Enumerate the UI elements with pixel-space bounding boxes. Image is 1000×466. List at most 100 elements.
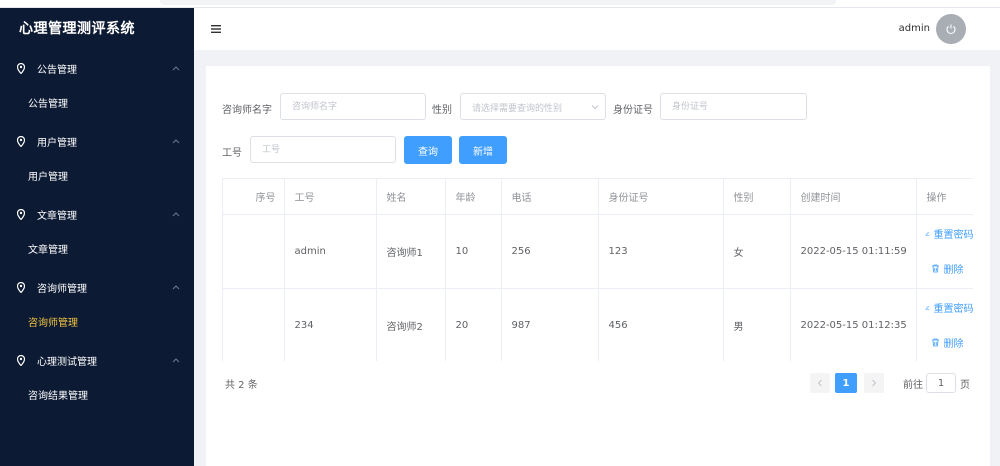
idcard-label: 身份证号 [613, 105, 653, 116]
delete-label: 删除 [943, 265, 964, 276]
cell-phone: 256 [501, 214, 599, 289]
menu-head-label: 咨询师管理 [37, 283, 87, 295]
prev-page-button[interactable] [810, 373, 830, 393]
query-button[interactable]: 查询 [404, 136, 452, 164]
location-pin-icon [17, 354, 25, 366]
chevron-up-icon [172, 212, 180, 217]
chevron-down-icon [591, 105, 599, 110]
row-actions: 重置密码 删除 [925, 300, 974, 350]
edit-icon [925, 305, 929, 310]
col-header-gender: 性别 [723, 179, 791, 215]
menu-group-article: 文章管理 文章管理 [0, 196, 194, 269]
col-header-jobno: 工号 [284, 179, 377, 215]
reset-password-label: 重置密码 [933, 304, 974, 315]
menu-group-psych-test: 心理测试管理 咨询结果管理 [0, 342, 194, 415]
username-label: admin [898, 23, 930, 34]
menu-group-counselor: 咨询师管理 咨询师管理 [0, 269, 194, 342]
cell-name: 咨询师1 [376, 214, 446, 289]
next-page-button[interactable] [864, 373, 884, 393]
hamburger-menu-icon[interactable] [210, 23, 222, 35]
cell-age: 20 [445, 288, 502, 361]
counselor-name-input[interactable] [280, 93, 426, 120]
sidebar-item-article[interactable]: 文章管理 [0, 232, 194, 269]
idcard-input[interactable] [660, 93, 807, 120]
menu-head-counselor[interactable]: 咨询师管理 [0, 269, 194, 305]
goto-page-input[interactable] [926, 373, 956, 393]
location-pin-icon [17, 281, 25, 293]
location-pin-icon [17, 135, 25, 147]
trash-icon [931, 338, 939, 347]
menu-head-user[interactable]: 用户管理 [0, 123, 194, 159]
total-count: 共 2 条 [225, 380, 258, 391]
delete-link[interactable]: 删除 [925, 335, 974, 350]
menu-head-article[interactable]: 文章管理 [0, 196, 194, 232]
cell-jobno: 234 [284, 288, 377, 361]
chevron-up-icon [172, 66, 180, 71]
chevron-up-icon [172, 285, 180, 290]
cell-idcard: 456 [598, 288, 724, 361]
menu-head-announcement[interactable]: 公告管理 [0, 50, 194, 86]
location-pin-icon [17, 208, 25, 220]
col-header-age: 年龄 [445, 179, 502, 215]
menu-head-label: 用户管理 [37, 137, 77, 149]
counselor-name-label: 咨询师名字 [222, 105, 272, 116]
cell-actions: 重置密码 删除 [916, 288, 973, 361]
sidebar: 心理管理测评系统 公告管理 公告管理 用户管理 用户管理 文章管理 文章管理 咨… [0, 8, 194, 466]
cell-actions: 重置密码 删除 [916, 214, 974, 289]
col-header-idcard: 身份证号 [598, 179, 724, 215]
menu-head-label: 公告管理 [37, 64, 77, 76]
cell-idcard: 123 [598, 214, 724, 289]
add-button[interactable]: 新增 [459, 136, 507, 164]
gender-select[interactable]: 请选择需要查询的性别 [460, 93, 606, 120]
col-header-created: 创建时间 [790, 179, 917, 215]
chevron-up-icon [172, 358, 180, 363]
delete-link[interactable]: 删除 [925, 261, 974, 276]
cell-created: 2022-05-15 01:11:59 [790, 214, 917, 289]
counselor-table-wrapper: 序号 工号 姓名 年龄 电话 身份证号 性别 创建时间 操作 admin 咨询师… [222, 178, 973, 361]
reset-password-link[interactable]: 重置密码 [925, 226, 974, 241]
location-pin-icon [17, 62, 25, 74]
gender-select-placeholder: 请选择需要查询的性别 [472, 104, 563, 114]
page-number-current[interactable]: 1 [835, 373, 857, 393]
table-header-row: 序号 工号 姓名 年龄 电话 身份证号 性别 创建时间 操作 [223, 179, 973, 215]
power-icon [946, 24, 956, 35]
browser-top-strip [0, 0, 1000, 8]
address-bar-edge [160, 0, 836, 5]
table-row: 234 咨询师2 20 987 456 男 2022-05-15 01:12:3… [223, 288, 973, 361]
sidebar-item-counselor[interactable]: 咨询师管理 [0, 305, 194, 342]
menu-head-label: 心理测试管理 [37, 356, 97, 368]
trash-icon [931, 264, 939, 273]
col-header-phone: 电话 [501, 179, 599, 215]
avatar[interactable] [936, 14, 966, 44]
app-title: 心理管理测评系统 [19, 21, 135, 37]
table-row: admin 咨询师1 10 256 123 女 2022-05-15 01:11… [223, 214, 974, 289]
col-header-actions: 操作 [916, 179, 973, 215]
cell-seq [223, 288, 285, 361]
row-actions: 重置密码 删除 [925, 226, 974, 276]
cell-jobno: admin [284, 214, 377, 289]
gender-label: 性别 [432, 105, 452, 116]
sidebar-item-announcement[interactable]: 公告管理 [0, 86, 194, 123]
menu-group-user: 用户管理 用户管理 [0, 123, 194, 196]
chevron-right-icon [872, 379, 877, 387]
cell-age: 10 [445, 214, 502, 289]
cell-gender: 女 [723, 214, 791, 289]
menu-head-psych-test[interactable]: 心理测试管理 [0, 342, 194, 378]
page-suffix-label: 页 [960, 380, 970, 391]
sidebar-item-user[interactable]: 用户管理 [0, 159, 194, 196]
col-header-name: 姓名 [376, 179, 446, 215]
cell-name: 咨询师2 [376, 288, 446, 361]
cell-phone: 987 [501, 288, 599, 361]
counselor-table: 序号 工号 姓名 年龄 电话 身份证号 性别 创建时间 操作 admin 咨询师… [223, 179, 974, 361]
chevron-left-icon [817, 379, 822, 387]
jobno-input[interactable] [250, 136, 396, 163]
top-header: admin [194, 8, 1000, 50]
delete-label: 删除 [943, 339, 964, 350]
reset-password-link[interactable]: 重置密码 [925, 300, 974, 315]
cell-created: 2022-05-15 01:12:35 [790, 288, 917, 361]
reset-password-label: 重置密码 [933, 230, 974, 241]
sidebar-item-consult-result[interactable]: 咨询结果管理 [0, 378, 194, 415]
jobno-label: 工号 [222, 148, 242, 159]
cell-gender: 男 [723, 288, 791, 361]
chevron-up-icon [172, 139, 180, 144]
